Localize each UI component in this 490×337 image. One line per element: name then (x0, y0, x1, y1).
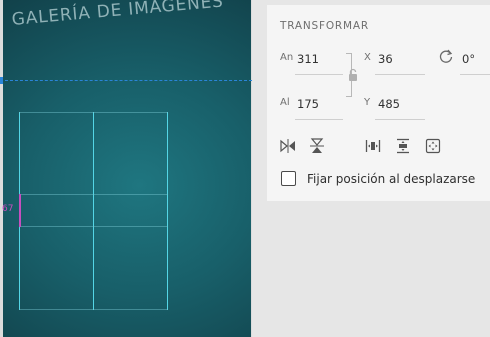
transform-panel: TRANSFORMAR An 311 Al 175 X 36 Y 485 0° (267, 5, 490, 201)
rotation-input[interactable]: 0° (462, 52, 475, 66)
spacing-indicator (19, 194, 21, 227)
responsive-resize-icon[interactable] (425, 138, 441, 154)
artboard-title-text[interactable]: GALERÍA DE IMAGENES (11, 0, 224, 30)
width-label: An (280, 52, 294, 63)
width-input[interactable]: 311 (297, 52, 319, 66)
rotation-input-underline (460, 74, 490, 75)
x-input-underline (375, 74, 425, 75)
x-input[interactable]: 36 (378, 52, 393, 66)
guide-handle[interactable] (0, 77, 3, 84)
y-input[interactable]: 485 (378, 97, 400, 111)
lock-icon[interactable] (347, 68, 359, 82)
y-label: Y (364, 97, 371, 108)
height-input[interactable]: 175 (297, 97, 319, 111)
y-input-underline (375, 119, 425, 120)
panel-empty-area (252, 201, 490, 337)
fix-position-label[interactable]: Fijar posición al desplazarse (307, 172, 475, 186)
grid-row-line (19, 194, 168, 195)
grid-row-line (19, 226, 168, 227)
panel-title: TRANSFORMAR (280, 20, 369, 32)
height-input-underline (295, 119, 343, 120)
horizontal-guide[interactable] (0, 80, 252, 81)
x-label: X (364, 52, 371, 63)
artboard[interactable]: GALERÍA DE IMAGENES (3, 0, 251, 337)
width-input-underline (295, 74, 343, 75)
flip-vertical-icon[interactable] (309, 138, 325, 154)
distribute-vertical-icon[interactable] (395, 138, 411, 154)
fix-position-checkbox[interactable] (281, 171, 296, 186)
design-canvas[interactable]: GALERÍA DE IMAGENES 67 (0, 0, 252, 337)
rotate-icon (439, 49, 453, 63)
selection-middle-line[interactable] (93, 112, 94, 310)
distribute-horizontal-icon[interactable] (365, 138, 381, 154)
selection-right-edge[interactable] (167, 112, 168, 310)
selection-bottom-edge (19, 309, 168, 310)
selection-top-edge (19, 112, 168, 113)
flip-horizontal-icon[interactable] (280, 138, 296, 154)
spacing-value-label: 67 (2, 204, 14, 214)
height-label: Al (280, 97, 290, 108)
